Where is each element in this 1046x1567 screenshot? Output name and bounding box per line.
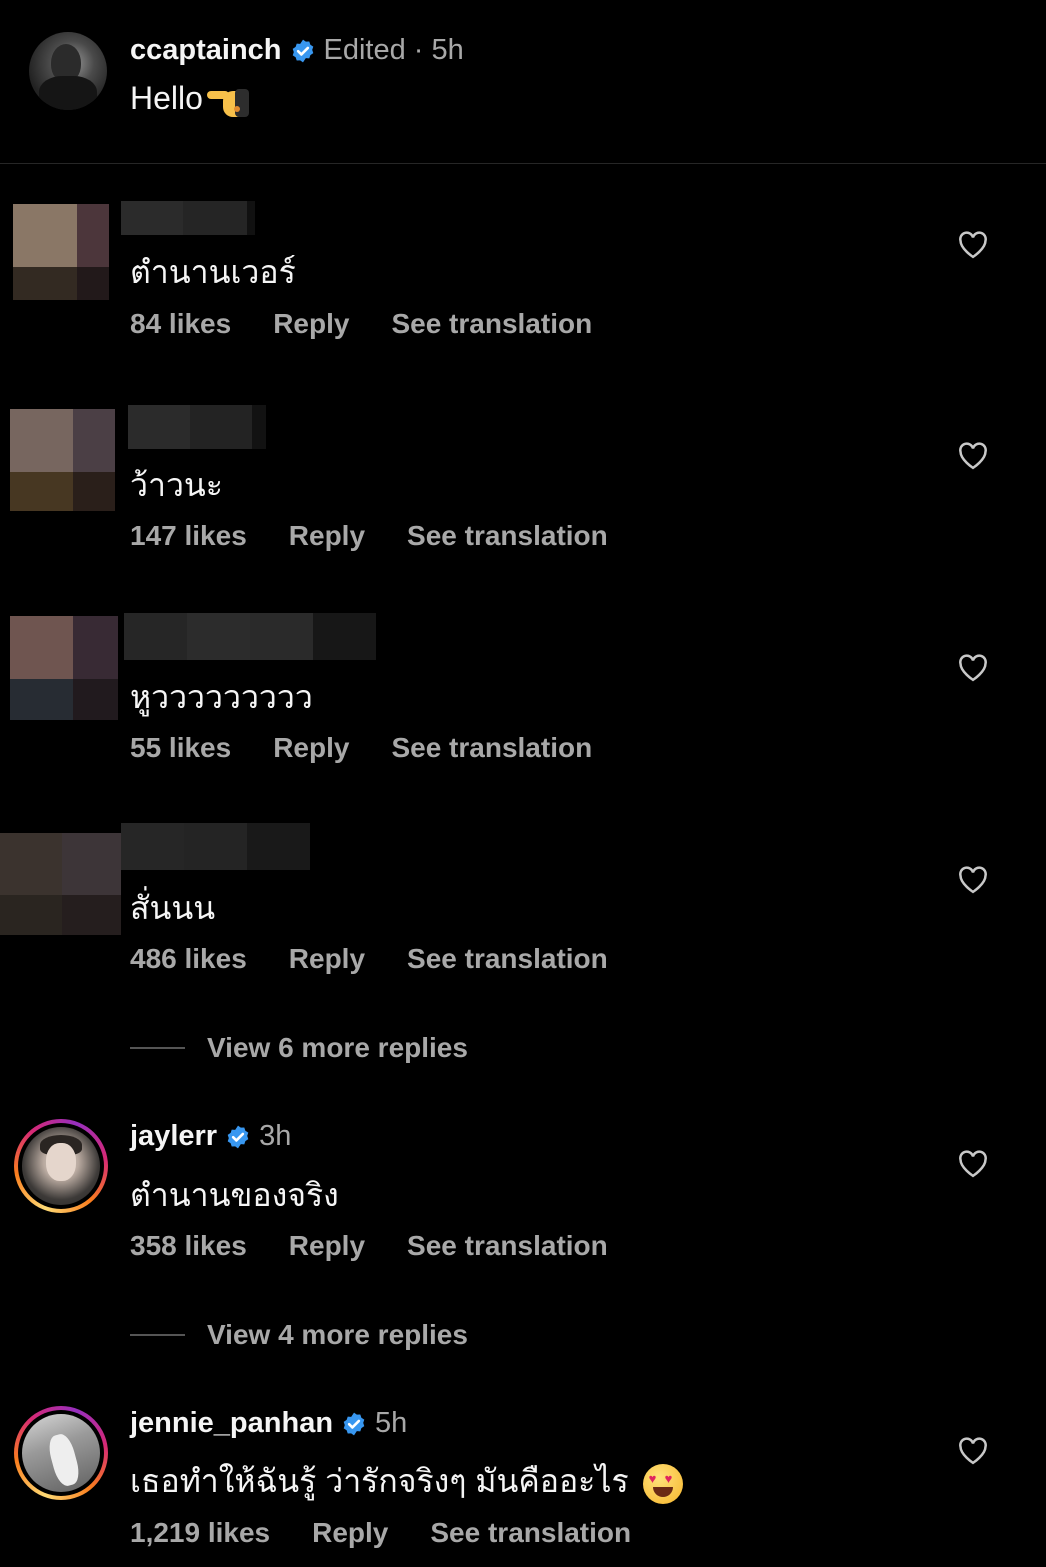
see-translation-button[interactable]: See translation [407, 943, 608, 975]
reply-button[interactable]: Reply [312, 1517, 388, 1549]
view-more-replies-button[interactable]: View 4 more replies [130, 1319, 468, 1351]
caption-header: ccaptainch Edited · 5h Hello [0, 0, 1046, 164]
pixelated-avatar[interactable] [10, 409, 115, 511]
pixelated-username[interactable] [121, 823, 310, 870]
avatar[interactable] [14, 1119, 108, 1213]
see-translation-button[interactable]: See translation [407, 520, 608, 552]
verified-badge-icon [292, 39, 313, 62]
view-more-replies-label: View 4 more replies [207, 1319, 468, 1350]
comment-timestamp: 5h [375, 1407, 408, 1439]
view-more-replies-label: View 6 more replies [207, 1032, 468, 1063]
comment-text: ตำนานเวอร์ [130, 254, 296, 290]
heart-icon[interactable] [958, 231, 988, 259]
heart-eyes-emoji-icon: ♥ ♥ [642, 1463, 683, 1504]
comment-actions: 486 likes Reply See translation [130, 943, 650, 975]
avatar[interactable] [29, 32, 107, 110]
verified-badge-icon [227, 1125, 249, 1148]
reply-button[interactable]: Reply [289, 1230, 365, 1262]
caption-text-label: Hello [130, 80, 203, 116]
comment-username-line: jennie_panhan 5h [130, 1407, 407, 1440]
caption-text: Hello [130, 80, 253, 119]
pixelated-username[interactable] [128, 405, 266, 449]
comment-text: ว้าวนะ [130, 467, 223, 503]
reply-button[interactable]: Reply [273, 308, 349, 340]
comment-timestamp: 3h [259, 1120, 292, 1152]
comment-actions: 147 likes Reply See translation [130, 520, 650, 552]
pixelated-username[interactable] [121, 201, 255, 235]
caption-username-line: ccaptainch Edited · 5h [130, 34, 464, 67]
username[interactable]: ccaptainch [130, 34, 282, 67]
comment-text: ตำนานของจริง [130, 1177, 339, 1213]
likes-count[interactable]: 147 likes [130, 520, 247, 552]
avatar[interactable] [14, 1406, 108, 1500]
comment-username-line: jaylerr 3h [130, 1120, 291, 1153]
reply-button[interactable]: Reply [289, 943, 365, 975]
see-translation-button[interactable]: See translation [407, 1230, 608, 1262]
comment-text-label: เธอทำให้ฉันรู้ ว่ารักจริงๆ มันคืออะไร [130, 1463, 629, 1499]
likes-count[interactable]: 486 likes [130, 943, 247, 975]
username[interactable]: jennie_panhan [130, 1407, 333, 1440]
heart-icon[interactable] [958, 1437, 988, 1465]
comment-text: สั่นนน [130, 890, 216, 926]
comment-actions: 55 likes Reply See translation [130, 732, 634, 764]
heart-icon[interactable] [958, 1150, 988, 1178]
heart-icon[interactable] [958, 866, 988, 894]
pixelated-username[interactable] [124, 613, 376, 660]
comment-text: เธอทำให้ฉันรู้ ว่ารักจริงๆ มันคืออะไร ♥ ♥ [130, 1456, 683, 1507]
heart-icon[interactable] [958, 654, 988, 682]
pointing-hand-emoji-icon [205, 83, 253, 119]
reply-button[interactable]: Reply [289, 520, 365, 552]
username[interactable]: jaylerr [130, 1120, 217, 1153]
edited-timestamp: Edited · 5h [323, 34, 464, 66]
comment-text: หูววววววววว [130, 679, 313, 715]
pixelated-avatar[interactable] [13, 204, 109, 300]
pixelated-avatar[interactable] [10, 616, 118, 720]
likes-count[interactable]: 358 likes [130, 1230, 247, 1262]
view-more-replies-button[interactable]: View 6 more replies [130, 1032, 468, 1064]
reply-button[interactable]: Reply [273, 732, 349, 764]
see-translation-button[interactable]: See translation [391, 732, 592, 764]
heart-icon[interactable] [958, 442, 988, 470]
see-translation-button[interactable]: See translation [430, 1517, 631, 1549]
comment-actions: 1,219 likes Reply See translation [130, 1517, 673, 1549]
divider-line [130, 1047, 185, 1049]
likes-count[interactable]: 84 likes [130, 308, 231, 340]
verified-badge-icon [343, 1412, 365, 1435]
divider-line [130, 1334, 185, 1336]
comment-actions: 358 likes Reply See translation [130, 1230, 650, 1262]
pixelated-avatar[interactable] [0, 833, 121, 935]
comment-actions: 84 likes Reply See translation [130, 308, 634, 340]
likes-count[interactable]: 1,219 likes [130, 1517, 270, 1549]
likes-count[interactable]: 55 likes [130, 732, 231, 764]
see-translation-button[interactable]: See translation [391, 308, 592, 340]
